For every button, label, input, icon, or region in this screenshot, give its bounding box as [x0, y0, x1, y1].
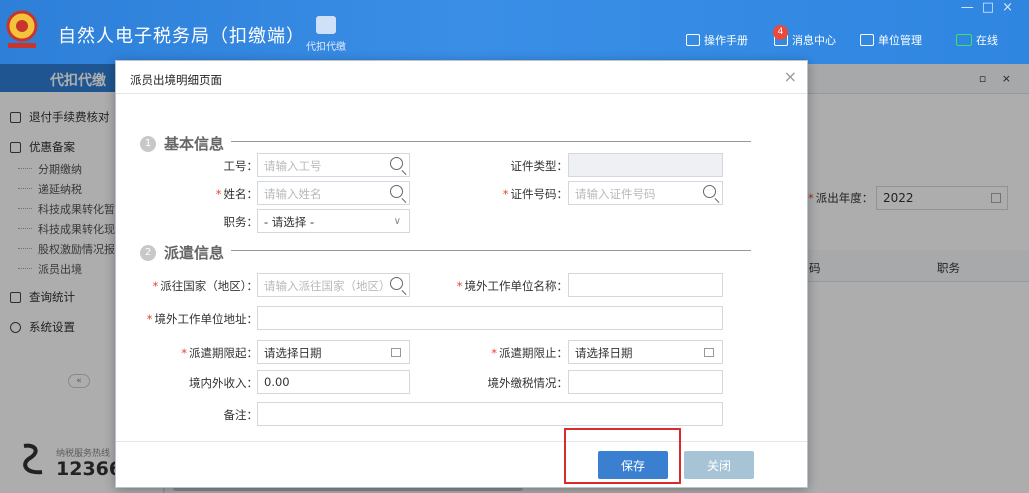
document-icon [316, 16, 336, 34]
chevron-down-icon: ∨ [393, 216, 401, 227]
divider [231, 250, 751, 251]
message-center-link[interactable]: 4 消息中心 [773, 25, 836, 48]
unit-manage-link[interactable]: 单位管理 [860, 32, 922, 48]
overseas-unit-input[interactable] [568, 273, 723, 297]
section-number: 2 [140, 244, 156, 261]
name-input[interactable]: 请输入姓名 [257, 181, 410, 205]
divider [116, 93, 807, 94]
job-select[interactable]: - 请选择 - ∨ [257, 209, 410, 233]
country-placeholder: 请输入派往国家（地区） [264, 279, 391, 293]
section-title: 派遣信息 [164, 244, 225, 262]
emp-no-placeholder: 请输入工号 [264, 159, 322, 173]
close-button[interactable]: 关闭 [684, 451, 754, 479]
section-number: 1 [140, 135, 156, 152]
online-status-label: 在线 [976, 34, 998, 47]
message-center-label: 消息中心 [792, 34, 836, 47]
id-no-placeholder: 请输入证件号码 [575, 187, 656, 201]
emp-no-input[interactable]: 请输入工号 [257, 153, 410, 177]
app-title: 自然人电子税务局（扣缴端） [58, 26, 305, 47]
manual-link[interactable]: 操作手册 [686, 32, 748, 48]
manual-label: 操作手册 [704, 34, 748, 47]
building-icon [860, 34, 874, 46]
id-no-input[interactable]: 请输入证件号码 [568, 181, 723, 205]
country-label: * 派往国家（地区）： [152, 279, 259, 293]
manual-icon [686, 34, 700, 46]
message-badge: 4 [773, 25, 788, 40]
country-input[interactable]: 请输入派往国家（地区） [257, 273, 410, 297]
income-value: 0.00 [264, 375, 290, 389]
tax-status-label: 境外缴税情况： [487, 376, 569, 390]
maximize-icon[interactable]: □ [982, 0, 1002, 15]
emp-no-label: 工号： [223, 159, 259, 173]
note-label: 备注： [223, 408, 259, 422]
tax-emblem-icon [6, 10, 38, 48]
modal-close-icon[interactable]: × [784, 67, 797, 86]
search-icon[interactable] [703, 185, 716, 198]
id-no-label: * 证件号码： [502, 187, 568, 201]
end-date-input[interactable]: 请选择日期 [568, 340, 723, 364]
job-value: - 请选择 - [264, 215, 315, 229]
nav-withholding-label: 代扣代缴 [306, 42, 346, 53]
start-date-input[interactable]: 请选择日期 [257, 340, 410, 364]
modal-title: 派员出境明细页面 [130, 73, 222, 87]
unit-manage-label: 单位管理 [878, 34, 922, 47]
calendar-icon[interactable] [704, 348, 714, 357]
income-input[interactable]: 0.00 [257, 370, 410, 394]
top-header: 自然人电子税务局（扣缴端） 代扣代缴 操作手册 4 消息中心 单位管理 在线 —… [0, 0, 1029, 64]
overseas-addr-label: * 境外工作单位地址： [146, 312, 258, 326]
tax-status-input[interactable] [568, 370, 723, 394]
search-icon[interactable] [390, 185, 403, 198]
minimize-icon[interactable]: — [961, 0, 982, 15]
id-type-label: 证件类型： [510, 159, 569, 173]
search-icon[interactable] [390, 157, 403, 170]
search-icon[interactable] [390, 277, 403, 290]
overseas-addr-input[interactable] [257, 306, 723, 330]
start-date-value: 请选择日期 [264, 346, 322, 360]
name-label: * 姓名： [215, 187, 258, 201]
note-input[interactable] [257, 402, 723, 426]
calendar-icon[interactable] [391, 348, 401, 357]
online-status: 在线 [956, 32, 998, 48]
nav-withholding[interactable]: 代扣代缴 [296, 16, 356, 53]
mail-icon: 4 [773, 25, 788, 46]
close-window-icon[interactable]: × [1002, 0, 1021, 15]
name-placeholder: 请输入姓名 [264, 187, 322, 201]
save-button[interactable]: 保存 [598, 451, 668, 479]
end-date-value: 请选择日期 [575, 346, 633, 360]
end-date-label: * 派遣期限止： [491, 346, 568, 360]
id-type-select[interactable] [568, 153, 723, 177]
start-date-label: * 派遣期限起： [181, 346, 258, 360]
overseas-unit-label: * 境外工作单位名称： [456, 279, 568, 293]
divider [116, 441, 807, 442]
section-basic-info: 1 基本信息 [140, 133, 224, 154]
window-controls[interactable]: —□× [961, 0, 1021, 15]
dispatch-detail-modal: 派员出境明细页面 × 1 基本信息 工号： 请输入工号 证件类型： * 姓名： 请… [115, 60, 808, 488]
section-title: 基本信息 [164, 135, 225, 153]
monitor-icon [956, 34, 972, 46]
divider [231, 141, 751, 142]
section-dispatch-info: 2 派遣信息 [140, 242, 224, 263]
income-label: 境内外收入： [189, 376, 258, 390]
job-label: 职务： [223, 215, 259, 229]
